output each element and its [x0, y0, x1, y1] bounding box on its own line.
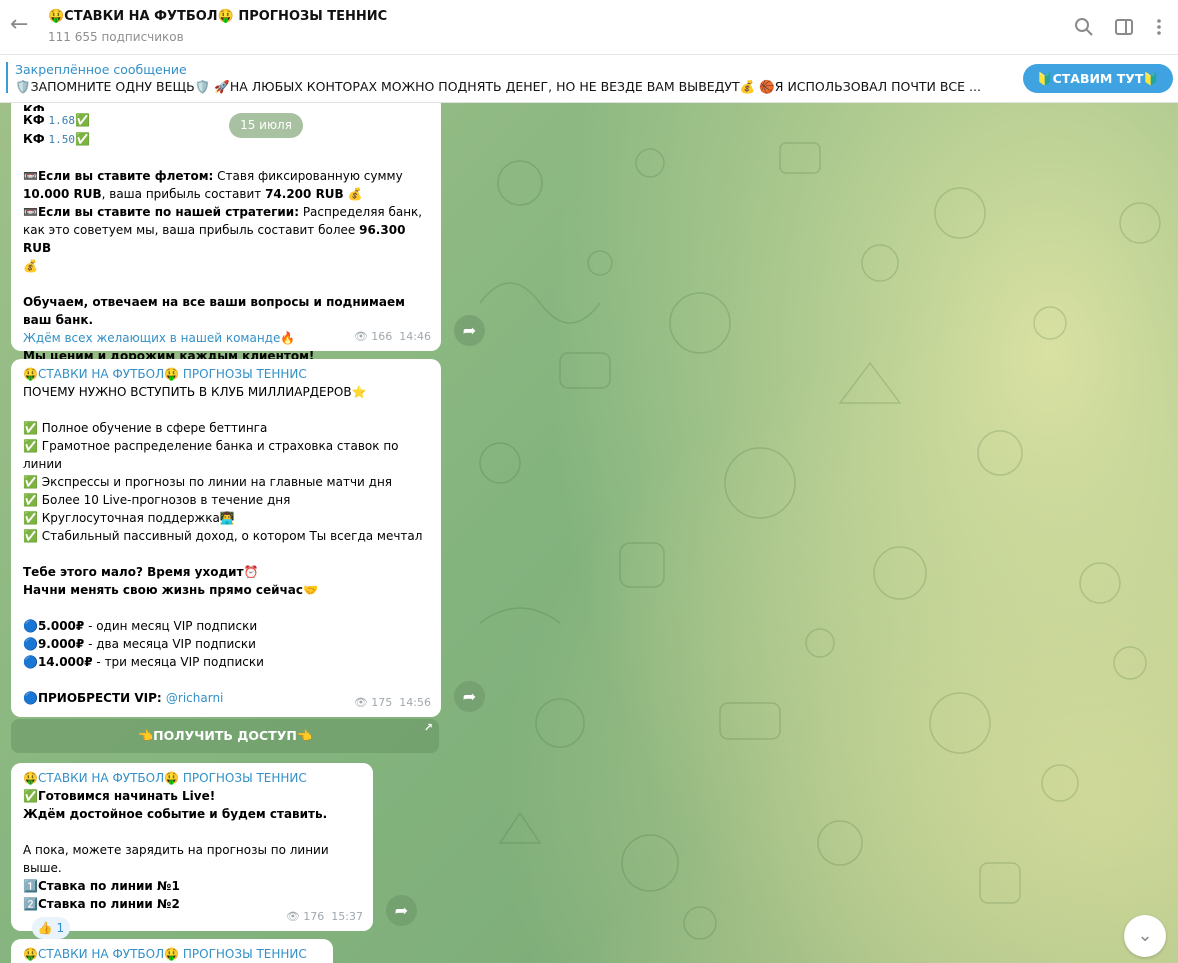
eye-icon: 👁 — [353, 696, 368, 709]
chat-area: КФ КФ 1.68✅ КФ 1.50✅ 📼Если вы ставите фл… — [0, 103, 1178, 963]
price-text: - два месяца VIP подписки — [84, 637, 256, 651]
flat-text-2: , ваша прибыль составит — [101, 187, 266, 201]
pinned-action-button[interactable]: 🔰СТАВИМ ТУТ🔰 — [1023, 64, 1173, 93]
price-value: 🔵5.000₽ — [23, 619, 85, 633]
hurry-line: Начни менять свою жизнь прямо сейчас🤝 — [23, 583, 318, 597]
message-meta: 👁 176 15:37 — [286, 908, 363, 926]
message-bubble-2[interactable]: 🤑СТАВКИ НА ФУТБОЛ🤑 ПРОГНОЗЫ ТЕННИС ПОЧЕМ… — [11, 359, 441, 717]
benefit-item: ✅ Стабильный пассивный доход, о котором … — [23, 529, 423, 543]
message-line: А пока, можете зарядить на прогнозы по л… — [23, 843, 329, 875]
kf-value: 1.68 — [48, 114, 76, 127]
message-time: 15:37 — [331, 910, 363, 923]
fire-emoji: 🔥 — [280, 331, 296, 345]
reaction-badge[interactable]: 👍 1 — [32, 917, 70, 939]
more-vertical-icon[interactable] — [1148, 16, 1170, 38]
pinned-message-bar[interactable]: Закреплённое сообщение 🛡️ЗАПОМНИТЕ ОДНУ … — [0, 55, 1178, 103]
message-meta: 👁 175 14:56 — [354, 694, 431, 712]
money-bag-emoji: 💰 — [23, 259, 38, 273]
chevron-down-icon: ⌄ — [1137, 925, 1153, 946]
pinned-indicator — [6, 62, 8, 93]
forward-icon[interactable]: ➦ — [386, 895, 417, 926]
forward-icon[interactable]: ➦ — [454, 681, 485, 712]
view-count: 166 — [371, 330, 393, 343]
hurry-line: Тебе этого мало? Время уходит⏰ — [23, 565, 259, 579]
forward-icon[interactable]: ➦ — [454, 315, 485, 346]
price-text: - один месяц VIP подписки — [84, 619, 258, 633]
price-text: - три месяца VIP подписки — [92, 655, 264, 669]
flat-text: Ставя фиксированную сумму — [213, 169, 403, 183]
flat-profit: 74.200 RUB — [265, 187, 344, 201]
benefit-item: ✅ Более 10 Live-прогнозов в течение дня — [23, 493, 291, 507]
message-sender[interactable]: 🤑СТАВКИ НА ФУТБОЛ🤑 ПРОГНОЗЫ ТЕННИС — [23, 365, 429, 383]
benefit-item: ✅ Круглосуточная поддержка👨‍💻 — [23, 511, 235, 525]
scroll-down-button[interactable]: ⌄ — [1124, 915, 1166, 957]
search-icon[interactable] — [1073, 16, 1095, 38]
pinned-label: Закреплённое сообщение — [15, 62, 187, 77]
chat-header: ← 🤑СТАВКИ НА ФУТБОЛ🤑 ПРОГНОЗЫ ТЕННИС 111… — [0, 0, 1178, 55]
price-value: 🔵9.000₽ — [23, 637, 85, 651]
benefit-item: ✅ Экспрессы и прогнозы по линии на главн… — [23, 475, 393, 489]
get-access-button[interactable]: 👈ПОЛУЧИТЬ ДОСТУП👈 ↗ — [11, 719, 439, 753]
date-chip: 15 июля — [229, 113, 303, 138]
kf-value: 1.50 — [48, 133, 76, 146]
price-value: 🔵14.000₽ — [23, 655, 93, 669]
strategy-title: 📼Если вы ставите по нашей стратегии: — [23, 205, 299, 219]
message-time: 14:56 — [399, 696, 431, 709]
sidebar-toggle-icon[interactable] — [1113, 16, 1135, 38]
external-link-icon: ↗ — [423, 721, 433, 734]
message-sender[interactable]: 🤑СТАВКИ НА ФУТБОЛ🤑 ПРОГНОЗЫ ТЕННИС — [23, 945, 321, 963]
message-bubble-1[interactable]: КФ КФ 1.68✅ КФ 1.50✅ 📼Если вы ставите фл… — [11, 103, 441, 363]
message-sender[interactable]: 🤑СТАВКИ НА ФУТБОЛ🤑 ПРОГНОЗЫ ТЕННИС — [23, 769, 361, 787]
message-line: 1️⃣Ставка по линии №1 — [23, 879, 180, 893]
kf-label: КФ — [23, 113, 45, 127]
benefit-item: ✅ Грамотное распределение банка и страхо… — [23, 439, 399, 471]
benefit-item: ✅ Полное обучение в сфере беттинга — [23, 421, 268, 435]
flat-title: 📼Если вы ставите флетом: — [23, 169, 214, 183]
message-line: Ждём достойное событие и будем ставить. — [23, 807, 328, 821]
message-line: ✅Готовимся начинать Live! — [23, 789, 216, 803]
money-bag-emoji: 💰 — [347, 187, 363, 201]
message-time: 14:46 — [399, 330, 431, 343]
channel-title[interactable]: 🤑СТАВКИ НА ФУТБОЛ🤑 ПРОГНОЗЫ ТЕННИС — [48, 9, 387, 24]
flat-sum: 10.000 RUB — [23, 187, 102, 201]
message-heading: ПОЧЕМУ НУЖНО ВСТУПИТЬ В КЛУБ МИЛЛИАРДЕРО… — [23, 385, 367, 399]
eye-icon: 👁 — [285, 910, 300, 923]
kf-label: КФ — [23, 132, 45, 146]
get-access-label: 👈ПОЛУЧИТЬ ДОСТУП👈 — [137, 728, 313, 743]
message-meta: 👁 166 14:46 — [354, 328, 431, 346]
view-count: 176 — [303, 910, 325, 923]
team-link[interactable]: Ждём всех желающих в нашей команде — [23, 331, 280, 345]
subscriber-count: 111 655 подписчиков — [48, 30, 184, 44]
message-bubble-4[interactable]: 🤑СТАВКИ НА ФУТБОЛ🤑 ПРОГНОЗЫ ТЕННИС — [11, 939, 333, 963]
check-emoji: ✅ — [75, 132, 90, 146]
buy-link[interactable]: @richarni — [166, 691, 224, 705]
teach-text: Обучаем, отвечаем на все ваши вопросы и … — [23, 295, 405, 327]
buy-label: 🔵ПРИОБРЕСТИ VIP: — [23, 691, 166, 705]
check-emoji: ✅ — [75, 113, 90, 127]
pinned-text: 🛡️ЗАПОМНИТЕ ОДНУ ВЕЩЬ🛡️ 🚀НА ЛЮБЫХ КОНТОР… — [15, 79, 981, 94]
view-count: 175 — [371, 696, 393, 709]
message-bubble-3[interactable]: 🤑СТАВКИ НА ФУТБОЛ🤑 ПРОГНОЗЫ ТЕННИС ✅Гото… — [11, 763, 373, 939]
eye-icon: 👁 — [353, 330, 368, 343]
back-arrow-icon[interactable]: ← — [10, 14, 34, 38]
